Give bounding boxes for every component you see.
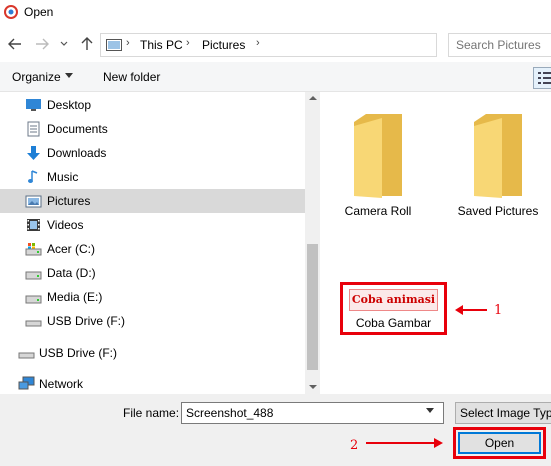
pictures-location-icon [106, 39, 122, 51]
organize-caret-icon [65, 73, 73, 78]
arrow-up-icon [81, 37, 93, 50]
usb-drive-icon [25, 320, 42, 327]
music-icon [28, 170, 38, 183]
sidebar-item-label: Media (E:) [47, 290, 103, 304]
app-icon [4, 5, 18, 19]
folder-camera-roll[interactable]: Camera Roll [328, 98, 428, 218]
back-button[interactable] [6, 34, 24, 54]
pictures-icon [25, 195, 42, 208]
toolbar: Organize New folder [0, 62, 551, 92]
annotation-label-1: 1 [494, 303, 503, 318]
sidebar-item-label: Network [39, 377, 84, 391]
arrow-right-icon [36, 38, 49, 50]
sidebar-item-usb-drive-f[interactable]: USB Drive (F:) [0, 309, 305, 333]
recent-locations-button[interactable] [58, 34, 70, 54]
breadcrumb-pictures[interactable]: Pictures [202, 38, 245, 52]
desktop-icon [26, 99, 41, 111]
breadcrumb-separator: › [126, 37, 130, 49]
sidebar-item-network[interactable]: Network [0, 372, 305, 394]
chevron-down-icon [60, 41, 68, 46]
sidebar-item-pictures[interactable]: Pictures [0, 189, 305, 213]
file-name-combobox[interactable] [181, 402, 444, 424]
sidebar-item-usb-drive-f-root[interactable]: USB Drive (F:) [0, 341, 305, 365]
sidebar-item-label: Acer (C:) [47, 242, 95, 256]
scroll-up-icon[interactable] [309, 96, 317, 100]
network-icon [18, 376, 35, 390]
file-name-label: File name: [123, 406, 180, 420]
view-icon [538, 72, 551, 84]
search-box[interactable] [448, 33, 551, 57]
arrow-left-icon [8, 38, 21, 50]
sidebar-item-label: Pictures [47, 194, 91, 208]
sidebar-item-music[interactable]: Music [0, 165, 305, 189]
videos-icon [27, 219, 40, 231]
up-button[interactable] [78, 34, 96, 54]
organize-button[interactable]: Organize [12, 70, 61, 84]
sidebar-item-data-d[interactable]: Data (D:) [0, 261, 305, 285]
downloads-icon [27, 146, 40, 160]
address-row: › This PC › Pictures › [0, 30, 551, 58]
chevron-down-icon[interactable] [426, 408, 434, 413]
thumbnail-text: Coba animasi [351, 293, 436, 306]
annotation-label-2: 2 [350, 438, 359, 453]
drive-icon [25, 295, 42, 304]
drive-icon [25, 271, 42, 280]
breadcrumb-separator: › [186, 37, 190, 49]
title-bar: Open [0, 0, 551, 26]
sidebar-item-label: Downloads [47, 146, 107, 160]
navigation-pane: Desktop Documents Downloads Music Pictur… [0, 92, 320, 394]
sidebar-item-label: Videos [47, 218, 84, 232]
file-type-value: Select Image Type [460, 406, 551, 420]
folder-saved-pictures[interactable]: Saved Pictures [448, 98, 548, 218]
address-bar[interactable]: › This PC › Pictures › [100, 33, 532, 57]
search-input[interactable] [449, 34, 551, 56]
view-options-button[interactable] [533, 67, 551, 89]
annotation-arrowhead-2 [434, 438, 443, 448]
scrollbar-thumb[interactable] [307, 244, 318, 370]
folder-icon [474, 114, 522, 198]
folder-label: Saved Pictures [457, 204, 539, 218]
sidebar-item-label: Documents [47, 122, 108, 136]
folder-icon [354, 114, 402, 198]
file-list: Camera Roll Saved Pictures [320, 92, 551, 394]
sidebar-item-label: USB Drive (F:) [39, 346, 117, 360]
sidebar-item-videos[interactable]: Videos [0, 213, 305, 237]
open-button[interactable]: Open [458, 432, 541, 454]
sidebar-item-desktop[interactable]: Desktop [0, 93, 305, 117]
sidebar-item-downloads[interactable]: Downloads [0, 141, 305, 165]
file-name-input[interactable] [182, 403, 422, 423]
sidebar-item-acer-c[interactable]: Acer (C:) [0, 237, 305, 261]
scroll-down-icon[interactable] [309, 385, 317, 389]
annotation-arrow-2 [366, 442, 436, 444]
sidebar-item-label: Data (D:) [47, 266, 96, 280]
sidebar-scrollbar[interactable] [305, 92, 320, 394]
file-label: Coba Gambar [355, 316, 432, 330]
drive-icon [25, 243, 42, 256]
documents-icon [27, 121, 40, 137]
breadcrumb-this-pc[interactable]: This PC [140, 38, 183, 52]
usb-drive-icon [18, 352, 35, 359]
breadcrumb-separator: › [256, 37, 260, 49]
sidebar-item-label: Desktop [47, 98, 92, 112]
new-folder-button[interactable]: New folder [103, 70, 160, 84]
folder-label: Camera Roll [344, 204, 412, 218]
window-title: Open [24, 5, 54, 19]
file-item-coba-gambar[interactable]: Coba animasi Coba Gambar [340, 282, 447, 335]
annotation-arrowhead-1 [455, 305, 463, 315]
annotation-arrow-1 [461, 309, 487, 311]
sidebar-item-label: Music [47, 170, 79, 184]
file-type-select[interactable]: Select Image Type [455, 402, 551, 424]
forward-button[interactable] [33, 34, 51, 54]
open-button-highlight: Open [453, 427, 546, 459]
sidebar-item-media-e[interactable]: Media (E:) [0, 285, 305, 309]
sidebar-item-documents[interactable]: Documents [0, 117, 305, 141]
sidebar-item-label: USB Drive (F:) [47, 314, 125, 328]
